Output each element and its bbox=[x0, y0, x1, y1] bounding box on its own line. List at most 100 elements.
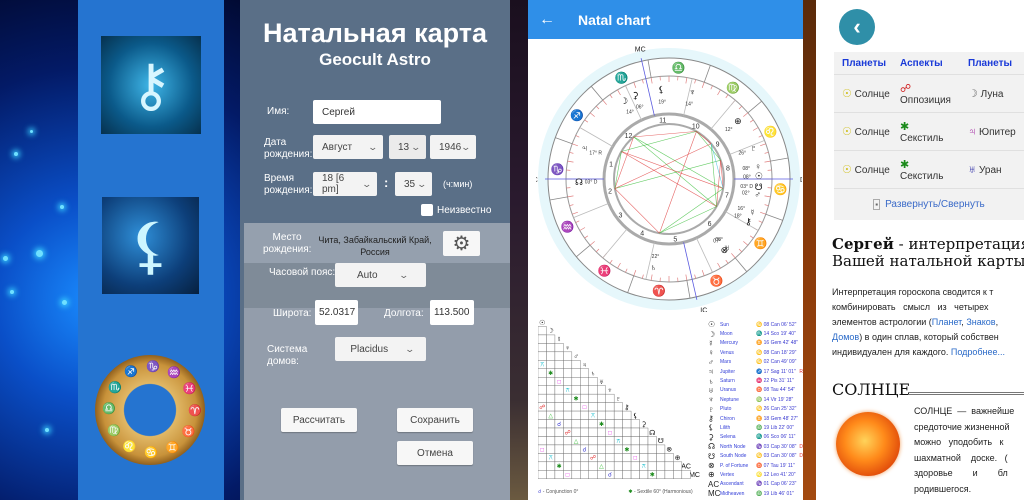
grid-cell bbox=[571, 470, 581, 479]
birth-data-form: Натальная карта Geocult Astro Имя: Серге… bbox=[240, 0, 510, 500]
birth-hour-select[interactable]: 18 [6 pm] ⌄ bbox=[313, 172, 377, 196]
planet-row: AC Ascendant ♑ 01 Cap 06' 23" bbox=[708, 480, 803, 489]
planet-glyph: ♀ bbox=[708, 348, 714, 358]
planet-position: ♓ 22 Pis 31' 11" bbox=[756, 378, 794, 385]
link-houses[interactable]: Домов bbox=[832, 332, 859, 342]
house-system-value: Placidus bbox=[350, 343, 389, 355]
grid-cell bbox=[605, 419, 615, 429]
latitude-input[interactable]: 52.0317 bbox=[315, 300, 358, 325]
planet-glyph: ☉ bbox=[708, 320, 716, 330]
grid-cell bbox=[554, 470, 564, 479]
grid-header-glyph: ♄ bbox=[590, 371, 595, 378]
grid-header-glyph: ♀ bbox=[565, 345, 570, 352]
planet-glyph: ♇ bbox=[708, 404, 714, 414]
aspect-row[interactable]: ☉ Солнце ☍ Оппозиция ☽ Луна bbox=[834, 74, 1024, 112]
aspect-mark: □ bbox=[540, 447, 544, 453]
aspect-name: Секстиль bbox=[900, 132, 944, 144]
unknown-time-checkbox[interactable] bbox=[421, 204, 433, 216]
aspect-mark: ☍ bbox=[539, 404, 545, 411]
chiron-zodiac-wheel-icon: ⚷ bbox=[101, 36, 201, 134]
form-title: Натальная карта bbox=[263, 18, 487, 48]
place-settings-button[interactable]: ⚙ bbox=[443, 231, 480, 256]
ring-zodiac-glyph: ♏ bbox=[108, 381, 122, 394]
aspect-mark: ⚻ bbox=[549, 456, 553, 462]
aspect-row[interactable]: ☉ Солнце ✱ Секстиль ♃ Юпитер bbox=[834, 112, 1024, 150]
planet-glyph: ♂ bbox=[754, 190, 761, 200]
chevron-down-icon: ⌄ bbox=[460, 141, 472, 152]
text: ) в один сплав, который собствен bbox=[859, 332, 999, 342]
birth-minute-value: 35 bbox=[404, 178, 416, 190]
timezone-select[interactable]: Auto ⌄ bbox=[335, 263, 426, 287]
birth-year-select[interactable]: 1946 ⌄ bbox=[430, 135, 476, 159]
grid-cell bbox=[673, 470, 683, 479]
planet-glyph: ♂ bbox=[708, 357, 714, 367]
name-input[interactable]: Сергей bbox=[313, 100, 441, 124]
aspect-row[interactable]: ☉ Солнце ✱ Секстиль ♅ Уран bbox=[834, 150, 1024, 188]
grid-cell bbox=[580, 453, 589, 463]
natal-chart-wheel[interactable]: ♎ ♍ ♌ ♋ ♊ ♉ ♈ ♓ ♒ ♑ ♐ ♏ 1 12 11 10 9 8 7 6 5 4 3 2 AC DC MC IC ⚸ 19° ♆… bbox=[536, 46, 802, 312]
calculate-button[interactable]: Рассчитать bbox=[281, 408, 357, 432]
grid-cell bbox=[571, 360, 581, 369]
grid-cell bbox=[622, 461, 632, 471]
grid-header-glyph: ⊗ bbox=[666, 447, 672, 454]
grid-header-glyph: ☋ bbox=[658, 437, 664, 445]
planet-position: ♋ 02 Can 49' 09" bbox=[756, 359, 797, 366]
grid-cell bbox=[571, 419, 581, 429]
house-system-select[interactable]: Placidus ⌄ bbox=[335, 337, 426, 361]
grid-cell bbox=[538, 377, 547, 386]
grid-cell bbox=[580, 393, 589, 403]
link-signs[interactable]: Знаков bbox=[966, 317, 995, 327]
aspect-mark: □ bbox=[633, 456, 637, 462]
grid-cell bbox=[546, 461, 556, 471]
house-number: 8 bbox=[726, 166, 730, 173]
planet-position: ♉ 07 Tau 19' 11" bbox=[756, 462, 795, 469]
link-planets[interactable]: Планет bbox=[932, 317, 962, 327]
longitude-input[interactable]: 113.500 bbox=[430, 300, 474, 325]
aspect-mark: ✱ bbox=[557, 463, 562, 470]
grid-cell bbox=[563, 377, 573, 386]
planet-degree: 03° D bbox=[740, 184, 753, 190]
legend-label: - Conjunction 0° bbox=[542, 489, 579, 495]
birth-month-select[interactable]: Август ⌄ bbox=[313, 135, 383, 159]
grid-cell bbox=[563, 402, 573, 412]
back-button[interactable]: ‹ bbox=[839, 9, 875, 45]
save-button[interactable]: Сохранить bbox=[397, 408, 473, 432]
grid-cell bbox=[563, 453, 573, 463]
timezone-label: Часовой пояс: bbox=[269, 267, 336, 278]
ring-zodiac-glyph: ♍ bbox=[107, 424, 121, 437]
grid-cell bbox=[588, 377, 598, 386]
planet-1-cell: ☉ Солнце bbox=[834, 87, 900, 100]
grid-cell bbox=[588, 393, 598, 403]
ring-zodiac-glyph: ♐ bbox=[124, 366, 139, 379]
chevron-down-icon: ⌄ bbox=[404, 343, 416, 354]
birth-day-select[interactable]: 13 ⌄ bbox=[389, 135, 426, 159]
grid-cell bbox=[580, 410, 589, 420]
grid-cell bbox=[597, 427, 606, 437]
expand-collapse-toggle[interactable]: ▪ Развернуть/Свернуть bbox=[834, 188, 1024, 220]
grid-cell bbox=[563, 351, 573, 361]
cancel-button[interactable]: Отмена bbox=[397, 441, 473, 465]
planet-glyph: ⚳ bbox=[632, 91, 639, 101]
grid-cell bbox=[597, 393, 606, 403]
grid-cell bbox=[554, 368, 564, 378]
gear-icon: ⚙ bbox=[452, 233, 471, 255]
planet-glyph: ☊ bbox=[708, 442, 716, 452]
aspect-name: Секстиль bbox=[900, 170, 944, 182]
grid-cell bbox=[538, 436, 547, 446]
birth-minute-select[interactable]: 35 ⌄ bbox=[395, 172, 432, 196]
grid-cell bbox=[571, 385, 581, 395]
paragraph-line: индивидуален для каждого. Подробнее... bbox=[832, 345, 1024, 360]
planet-glyph: ♆ bbox=[708, 395, 714, 405]
planet-degree: 14° bbox=[626, 109, 634, 115]
back-arrow-icon[interactable]: ← bbox=[528, 11, 566, 29]
aspect-mark: ⚻ bbox=[591, 413, 595, 419]
grid-header-glyph: MC bbox=[689, 472, 700, 479]
link-more[interactable]: Подробнее... bbox=[951, 347, 1005, 357]
grid-cell bbox=[605, 436, 615, 446]
lilith-moon-icon: ⚸ bbox=[102, 197, 199, 294]
grid-cell bbox=[571, 377, 581, 386]
zodiac-sign-glyph: ♒ bbox=[561, 220, 575, 233]
planet-name: Sun bbox=[720, 321, 729, 328]
legend-label: - Sextile 60° (Harmonious) bbox=[633, 489, 693, 495]
promo-panel: ⚷ ⚸ ♐ ♑ ♒ ♓ ♈ ♉ ♊ ♋ ♌ ♍ ♎ ♏ bbox=[0, 0, 240, 500]
